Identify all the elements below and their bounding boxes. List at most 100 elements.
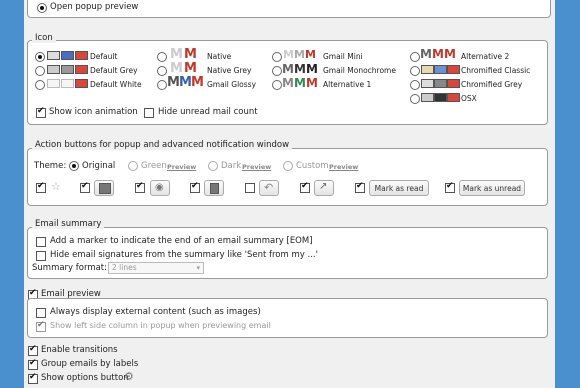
gmail-icon: M — [444, 47, 456, 61]
gmail-icon: M — [432, 47, 444, 61]
gmail-icon: M — [179, 75, 192, 90]
theme-dark-label: Dark — [221, 161, 242, 171]
spam-button[interactable]: ◉ — [150, 180, 170, 196]
icon-alternative-2-radio[interactable] — [410, 52, 420, 62]
reply-button[interactable]: ↶ — [259, 180, 279, 196]
show-icon-animation-label: Show icon animation — [49, 107, 138, 117]
envelope-icon — [75, 65, 88, 74]
envelope-icon — [421, 65, 434, 74]
theme-green-label: Green — [141, 161, 167, 171]
email-preview-panel — [27, 298, 548, 338]
icon-chromified-classic-radio[interactable] — [410, 66, 420, 76]
gmail-icon: M — [294, 48, 305, 61]
icon-alternative-1-radio[interactable] — [272, 80, 282, 90]
mark-unread-action-checkbox[interactable] — [445, 181, 455, 193]
external-link-icon: ↗ — [319, 181, 328, 192]
show-options-button-label: Show options button — [41, 373, 129, 383]
icon-default-grey-radio[interactable] — [35, 66, 45, 76]
gear-icon: ⚙ — [124, 370, 134, 383]
action-buttons-panel — [27, 148, 548, 206]
mark-as-unread-button[interactable]: Mark as unread — [459, 180, 525, 196]
always-display-external-checkbox[interactable] — [36, 308, 46, 318]
reply-action-checkbox[interactable] — [245, 183, 255, 193]
open-popup-preview-radio[interactable] — [37, 3, 47, 13]
spam-icon: ◉ — [155, 182, 164, 193]
open-in-tab-button[interactable]: ↗ — [314, 180, 334, 196]
show-left-column-label: Show left side column in popup when prev… — [50, 321, 271, 330]
icon-native-radio[interactable] — [157, 52, 167, 62]
icon-option-label: Native — [207, 52, 232, 61]
hide-unread-count-checkbox[interactable] — [144, 108, 154, 118]
gmail-icon: M — [294, 62, 306, 76]
icon-option-label: Alternative 2 — [461, 52, 510, 61]
icon-gmail-mini-radio[interactable] — [272, 52, 282, 62]
gmail-icon: M — [170, 47, 183, 62]
gmail-icon: M — [306, 76, 318, 90]
envelope-icon — [75, 79, 88, 88]
add-marker-checkbox[interactable] — [36, 237, 46, 247]
envelope-icon — [434, 79, 447, 88]
icon-chromified-grey-radio[interactable] — [410, 80, 420, 90]
mark-as-read-button[interactable]: Mark as read — [369, 180, 429, 196]
icon-option-label: Default Grey — [90, 66, 138, 75]
enable-transitions-label: Enable transitions — [41, 345, 118, 355]
icon-osx-radio[interactable] — [410, 94, 420, 104]
delete-action-checkbox[interactable] — [190, 181, 200, 193]
show-left-column-checkbox[interactable] — [36, 320, 46, 332]
gmail-icon: M — [184, 61, 197, 76]
envelope-icon — [47, 51, 60, 60]
envelope-icon — [47, 79, 60, 88]
icon-native-grey-radio[interactable] — [157, 66, 167, 76]
envelope-icon — [434, 65, 447, 74]
summary-format-label: Summary format: — [32, 263, 108, 273]
icon-gmail-monochrome-radio[interactable] — [272, 66, 282, 76]
icon-option-label: OSX — [461, 94, 477, 103]
icon-option-label: Alternative 1 — [323, 80, 372, 89]
icon-option-label: Gmail Glossy — [207, 80, 257, 89]
archive-icon — [99, 183, 111, 194]
group-by-labels-checkbox[interactable] — [28, 358, 38, 370]
envelope-icon — [61, 51, 74, 60]
show-icon-animation-checkbox[interactable] — [36, 106, 46, 118]
add-marker-label: Add a marker to indicate the end of an e… — [50, 236, 313, 246]
theme-green-preview-link[interactable]: Preview — [167, 163, 196, 171]
star-action-checkbox[interactable] — [36, 181, 46, 193]
archive-action-checkbox[interactable] — [80, 181, 90, 193]
enable-transitions-checkbox[interactable] — [28, 344, 38, 356]
mark-read-action-checkbox[interactable] — [355, 181, 365, 193]
gmail-icon: M — [420, 47, 432, 61]
icon-option-label: Gmail Monochrome — [323, 66, 396, 75]
envelope-icon — [421, 79, 434, 88]
theme-green-radio[interactable] — [128, 161, 138, 171]
theme-custom-radio[interactable] — [283, 161, 293, 171]
envelope-icon — [421, 93, 434, 102]
email-summary-title: Email summary — [32, 219, 105, 229]
icon-option-label: Default White — [90, 80, 142, 89]
envelope-icon — [61, 65, 74, 74]
hide-signatures-label: Hide email signatures from the summary l… — [50, 250, 318, 260]
icon-section-title: Icon — [32, 33, 56, 43]
envelope-icon — [61, 79, 74, 88]
gmail-icon: M — [184, 47, 197, 62]
trash-icon — [210, 183, 219, 194]
icon-gmail-glossy-radio[interactable] — [157, 80, 167, 90]
spam-action-checkbox[interactable] — [135, 181, 145, 193]
star-icon: ☆ — [51, 180, 61, 193]
theme-dark-radio[interactable] — [208, 161, 218, 171]
icon-default-radio[interactable] — [35, 52, 45, 62]
summary-format-select[interactable]: 2 lines ▾ — [108, 262, 204, 274]
envelope-icon — [434, 93, 447, 102]
theme-custom-preview-link[interactable]: Preview — [329, 163, 358, 171]
theme-dark-preview-link[interactable]: Preview — [242, 163, 271, 171]
gmail-icon: M — [294, 76, 306, 90]
gmail-icon: M — [306, 62, 318, 76]
icon-default-white-radio[interactable] — [35, 80, 45, 90]
delete-button[interactable] — [204, 180, 224, 196]
action-buttons-title: Action buttons for popup and advanced no… — [32, 140, 293, 150]
open-action-checkbox[interactable] — [300, 181, 310, 193]
theme-original-radio[interactable] — [69, 161, 79, 171]
hide-signatures-checkbox[interactable] — [36, 251, 46, 261]
archive-button[interactable] — [94, 180, 114, 196]
show-options-button-checkbox[interactable] — [28, 372, 38, 384]
gmail-icon: M — [170, 61, 183, 76]
